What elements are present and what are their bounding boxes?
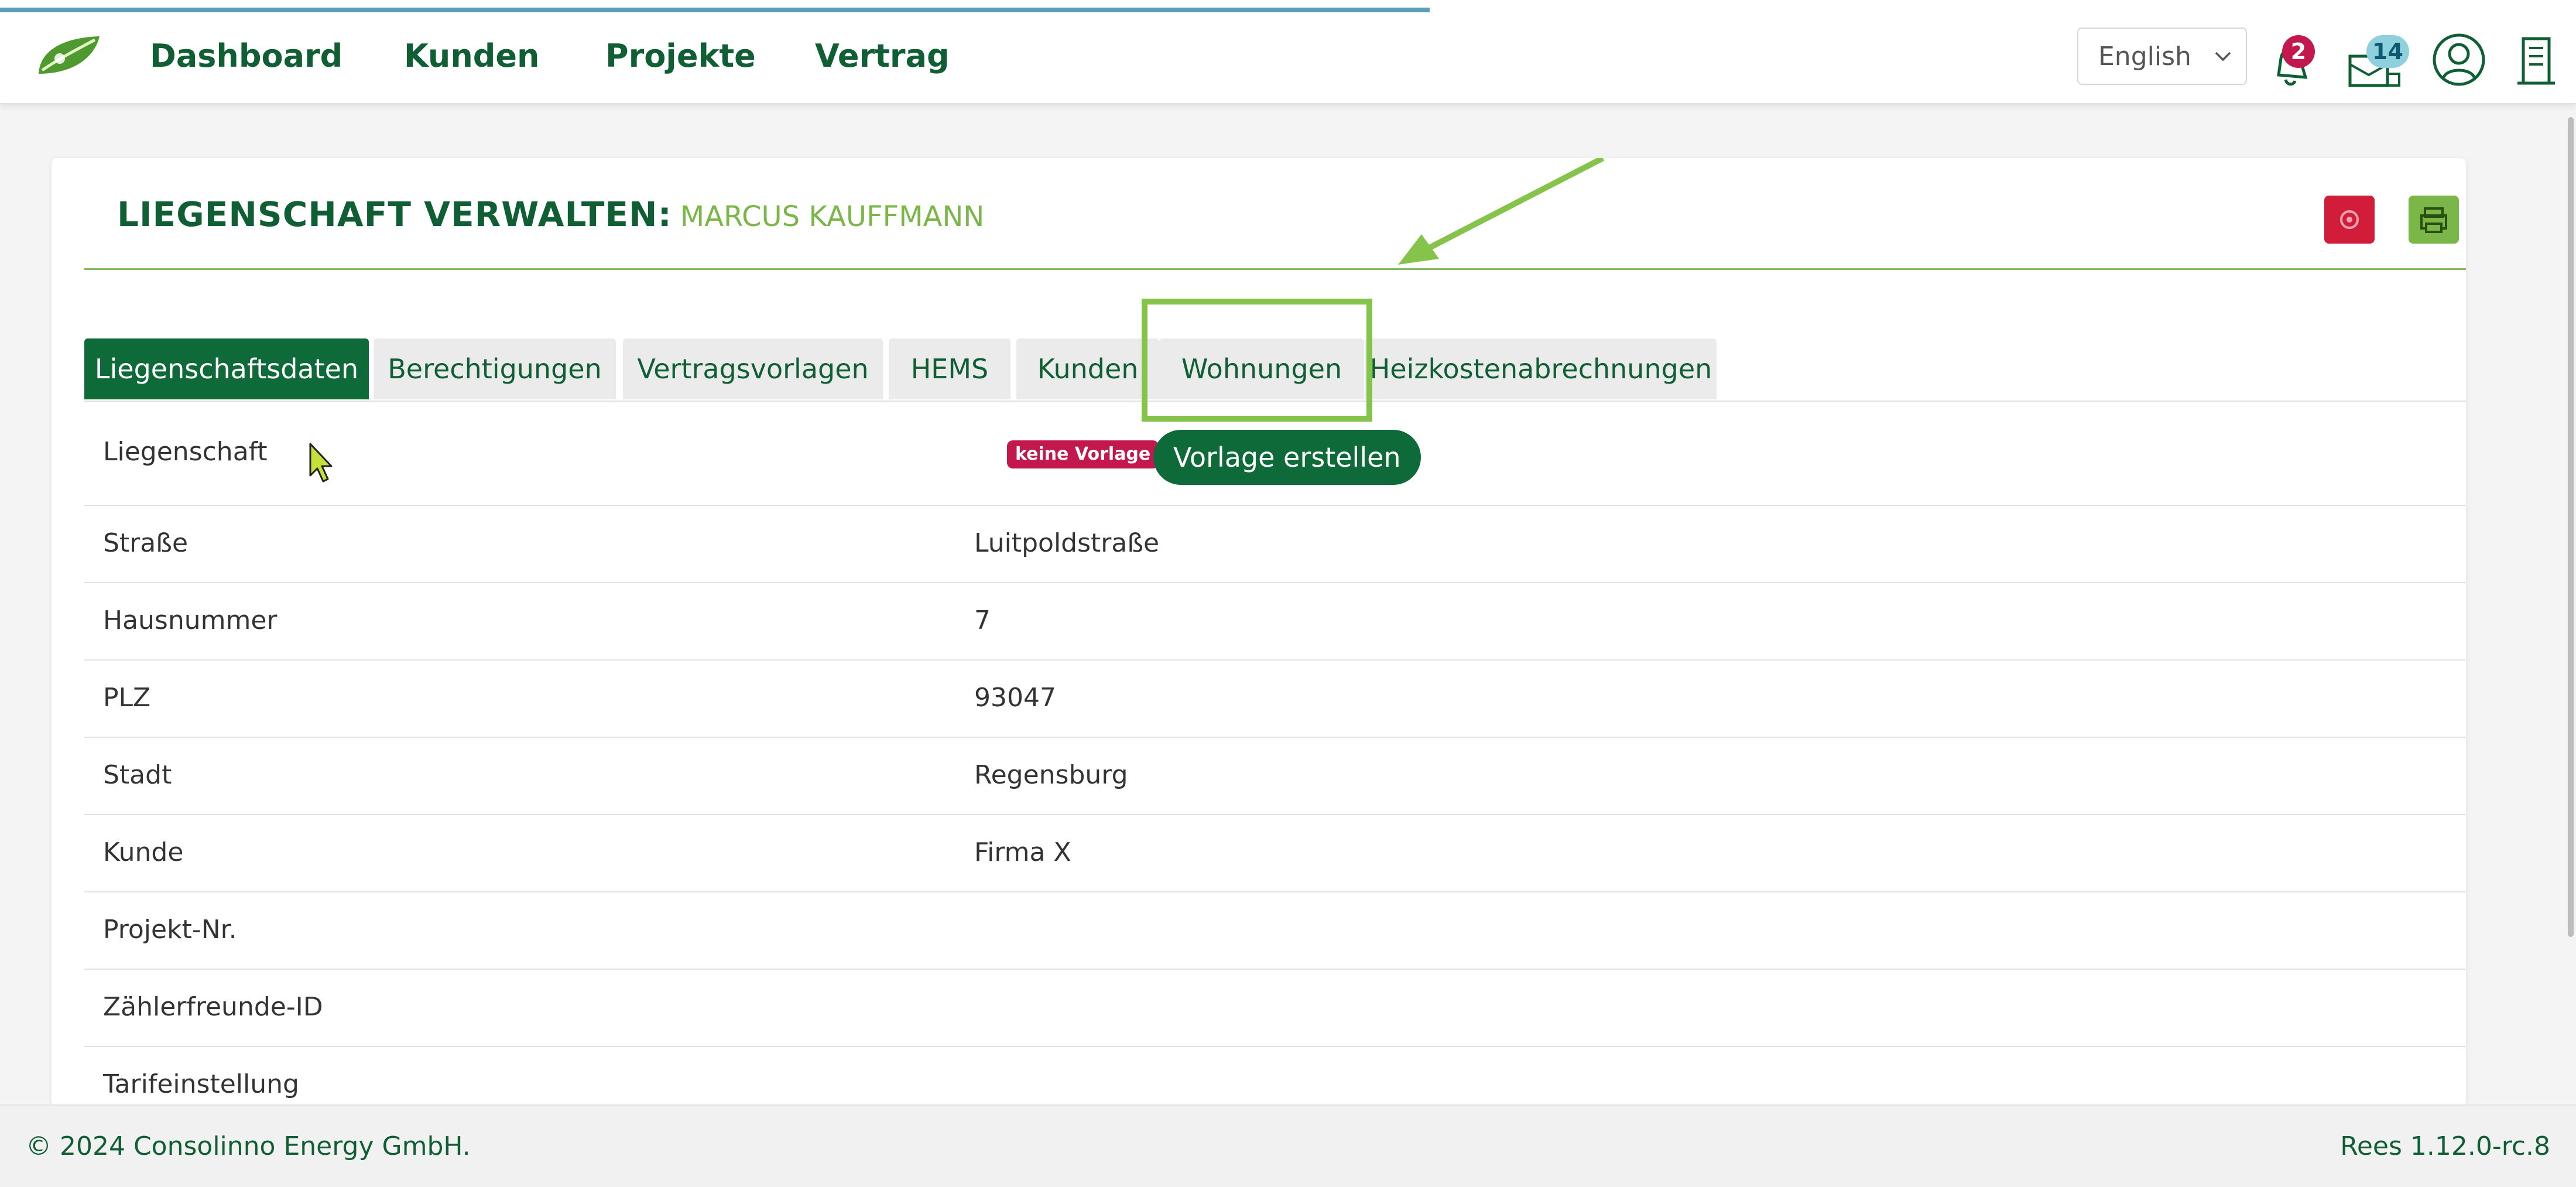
row-value: Regensburg [974, 760, 1128, 790]
annotation-highlight [1142, 299, 1372, 422]
messages-badge: 14 [2366, 35, 2409, 68]
row-label: Projekt-Nr. [103, 915, 237, 945]
copyright-text: © 2024 Consolinno Energy GmbH. [26, 1131, 471, 1161]
notifications-badge: 2 [2282, 35, 2315, 68]
row-label: Liegenschaft [103, 437, 268, 467]
row-value: Luitpoldstraße [974, 528, 1160, 558]
page-title-owner: MARCUS KAUFFMANN [680, 200, 985, 233]
user-icon[interactable] [2431, 32, 2487, 88]
table-row: Zählerfreunde-ID [84, 970, 2466, 1047]
leaf-logo[interactable] [34, 33, 104, 81]
chevron-down-icon [2215, 52, 2231, 61]
row-label: Straße [103, 528, 189, 558]
table-row: Stadt Regensburg [84, 738, 2466, 815]
table-row: Projekt-Nr. [84, 892, 2466, 970]
page-scrollbar[interactable] [2568, 117, 2574, 937]
building-icon[interactable] [2515, 34, 2557, 88]
print-button[interactable] [2409, 196, 2459, 244]
row-label: Stadt [103, 760, 172, 790]
row-value: Firma X [974, 837, 1071, 867]
footer: © 2024 Consolinno Energy GmbH. Rees 1.12… [0, 1104, 2576, 1187]
notifications-button[interactable]: 2 [2268, 35, 2315, 91]
table-row: Straße Luitpoldstraße [84, 506, 2466, 583]
title-divider [84, 268, 2466, 270]
table-row: Tarifeinstellung [84, 1047, 2466, 1107]
messages-button[interactable]: 14 [2345, 35, 2409, 91]
tab-hems[interactable]: HEMS [889, 338, 1010, 399]
tab-berechtigungen[interactable]: Berechtigungen [374, 338, 616, 399]
nav-kunden[interactable]: Kunden [404, 37, 540, 74]
property-card: LIEGENSCHAFT VERWALTEN: MARCUS KAUFFMANN … [52, 158, 2466, 1107]
table-row: PLZ 93047 [84, 661, 2466, 738]
tab-liegenschaftsdaten[interactable]: Liegenschaftsdaten [84, 338, 369, 399]
page-title: LIEGENSCHAFT VERWALTEN: MARCUS KAUFFMANN [117, 194, 984, 234]
language-select[interactable]: English [2077, 28, 2247, 85]
version-text: Rees 1.12.0-rc.8 [2340, 1131, 2550, 1161]
mouse-cursor-icon [309, 443, 333, 483]
create-template-button[interactable]: Vorlage erstellen [1153, 430, 1421, 485]
tab-heizkostenabrechnungen[interactable]: Heizkostenabrechnungen [1365, 338, 1717, 399]
row-value: 7 [974, 606, 991, 635]
row-label: PLZ [103, 683, 151, 713]
row-label: Zählerfreunde-ID [103, 992, 323, 1022]
nav-dashboard[interactable]: Dashboard [150, 37, 342, 74]
page-load-progress [0, 0, 2576, 12]
table-row: Hausnummer 7 [84, 583, 2466, 661]
nav-projekte[interactable]: Projekte [605, 37, 756, 74]
annotation-arrow [1398, 158, 1605, 265]
settings-button[interactable] [2324, 196, 2375, 244]
top-header: Dashboard Kunden Projekte Vertrag Englis… [0, 9, 2576, 104]
nav-vertrag[interactable]: Vertrag [815, 37, 950, 74]
row-value: 93047 [974, 683, 1056, 713]
status-badge: keine Vorlage [1007, 440, 1159, 468]
gear-icon [2340, 210, 2359, 229]
printer-icon [2420, 207, 2447, 233]
row-label: Tarifeinstellung [103, 1069, 299, 1099]
tab-vertragsvorlagen[interactable]: Vertragsvorlagen [623, 338, 883, 399]
table-row: Liegenschaft keine Vorlage Vorlage erste… [84, 410, 2466, 506]
tab-kunden[interactable]: Kunden [1016, 338, 1159, 399]
page-title-main: LIEGENSCHAFT VERWALTEN: [117, 194, 672, 234]
row-label: Kunde [103, 837, 184, 867]
page-load-progress-fill [0, 8, 1430, 12]
table-row: Kunde Firma X [84, 815, 2466, 892]
row-label: Hausnummer [103, 606, 278, 635]
language-select-value: English [2098, 42, 2191, 71]
